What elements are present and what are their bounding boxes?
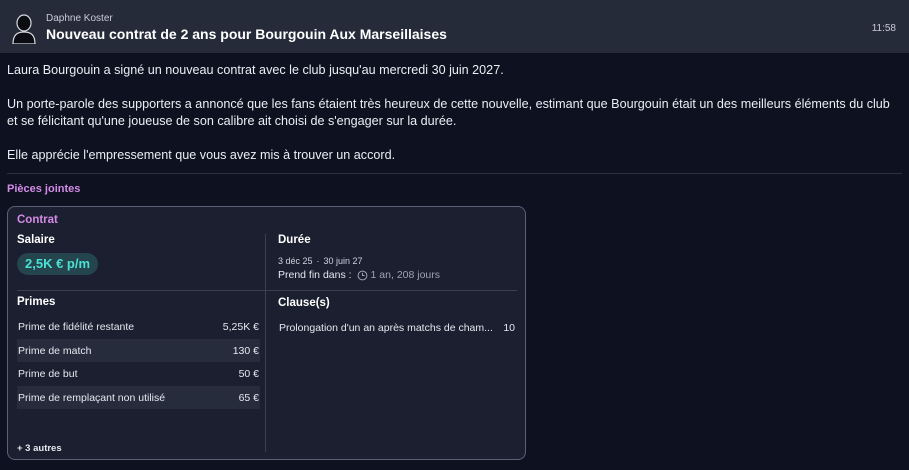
salary-value: 2,5K € p/m <box>17 253 99 275</box>
bonus-value: 5,25K € <box>222 320 259 333</box>
end-date: 30 juin 27 <box>323 256 363 266</box>
person-silhouette-icon <box>12 14 36 44</box>
clause-value: 10 <box>503 322 515 334</box>
bonus-label: Prime de fidélité restante <box>18 320 135 333</box>
body-paragraph: Un porte-parole des supporters a annoncé… <box>7 97 890 128</box>
bonus-label: Prime de remplaçant non utilisé <box>18 391 166 404</box>
message-header: Daphne Koster Nouveau contrat de 2 ans p… <box>0 0 909 53</box>
clock-icon <box>357 270 367 280</box>
date-separator: · <box>316 256 320 266</box>
divider <box>7 173 902 174</box>
salary-label: Salaire <box>17 234 55 246</box>
sender-name: Daphne Koster <box>46 13 113 24</box>
bonus-label: Prime de but <box>18 367 78 380</box>
bonus-value: 130 € <box>232 344 259 357</box>
contract-dates: 3 déc 25 · 30 juin 27 <box>278 256 363 266</box>
clauses-label: Clause(s) <box>278 297 330 309</box>
clause-row: Prolongation d'un an après matchs de cha… <box>279 322 515 334</box>
attachments-title: Pièces jointes <box>7 183 81 195</box>
contract-ends-in: Prend fin dans : 1 an, 208 jours <box>278 269 440 281</box>
start-date: 3 déc 25 <box>278 256 313 266</box>
message-body: Laura Bourgouin a signé un nouveau contr… <box>7 62 902 181</box>
more-bonuses-link[interactable]: + 3 autres <box>17 443 62 454</box>
ends-in-value: 1 an, 208 jours <box>370 269 441 281</box>
clause-label: Prolongation d'un an après matchs de cha… <box>279 322 493 334</box>
bonus-row: Prime de match 130 € <box>17 339 260 362</box>
contract-card-title: Contrat <box>17 214 58 226</box>
bonus-value: 65 € <box>238 391 259 404</box>
bonus-value: 50 € <box>238 367 259 380</box>
body-paragraph: Elle apprécie l'empressement que vous av… <box>7 148 396 162</box>
divider <box>265 234 266 452</box>
bonus-row: Prime de fidélité restante 5,25K € <box>17 315 260 338</box>
bonus-label: Prime de match <box>18 344 92 357</box>
message-subject: Nouveau contrat de 2 ans pour Bourgouin … <box>46 26 447 42</box>
body-paragraph: Laura Bourgouin a signé un nouveau contr… <box>7 63 504 77</box>
ends-in-label: Prend fin dans : <box>278 269 352 281</box>
duration-label: Durée <box>278 234 311 246</box>
message-time: 11:58 <box>871 23 896 34</box>
bonus-row: Prime de remplaçant non utilisé 65 € <box>17 386 260 409</box>
bonuses-label: Primes <box>17 296 56 308</box>
divider <box>17 290 517 291</box>
bonus-row: Prime de but 50 € <box>17 362 260 385</box>
contract-card[interactable]: Contrat Salaire 2,5K € p/m Durée 3 déc 2… <box>7 206 526 460</box>
